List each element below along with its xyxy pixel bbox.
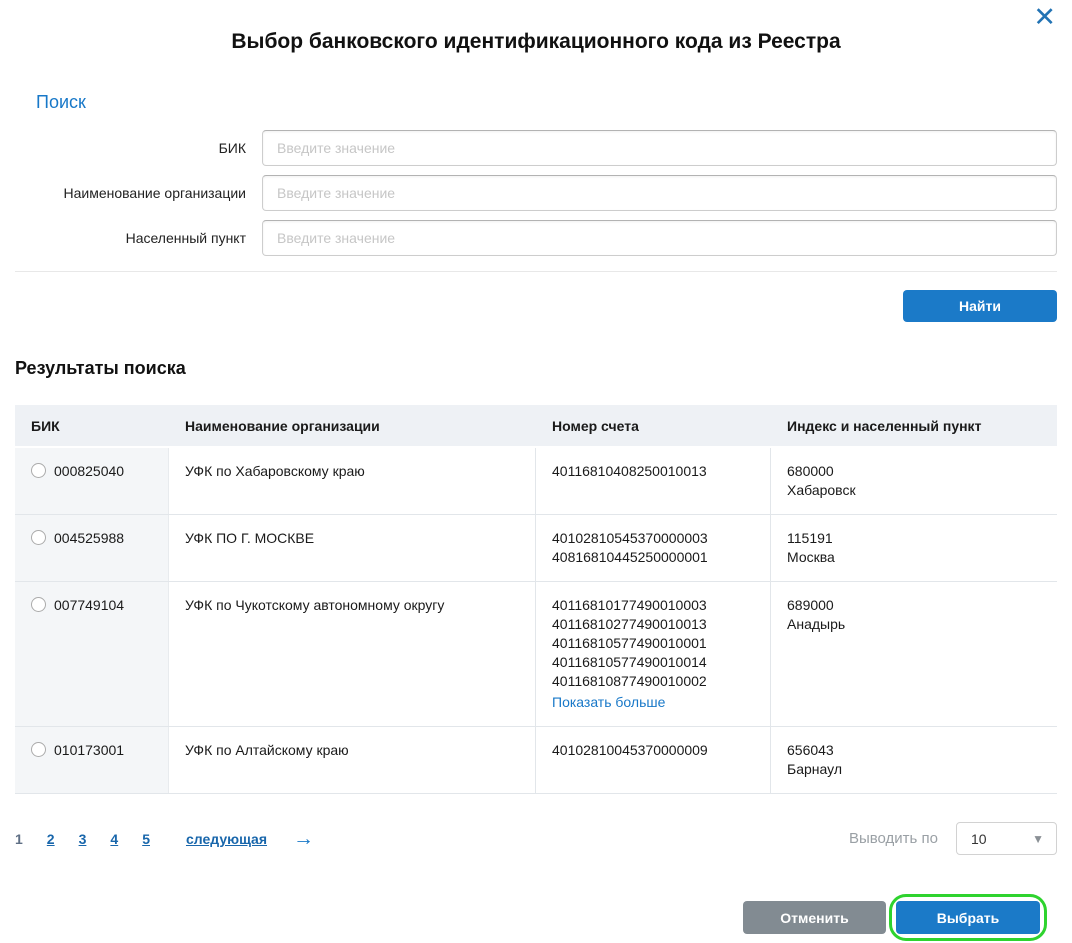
next-arrow-icon[interactable]: → (293, 827, 314, 851)
page-link-5[interactable]: 5 (142, 831, 150, 847)
section-divider (15, 271, 1057, 272)
postal-index: 680000 (787, 462, 1041, 481)
page-link-3[interactable]: 3 (79, 831, 87, 847)
page-current: 1 (15, 831, 23, 847)
table-header-row: БИК Наименование организации Номер счета… (15, 405, 1057, 446)
next-page-link[interactable]: следующая (186, 831, 267, 847)
header-account: Номер счета (536, 405, 771, 446)
account-number: 40116810177490010003 (552, 596, 754, 615)
form-row-bik: БИК (15, 130, 1057, 166)
bik-value: 010173001 (54, 741, 124, 760)
dialog-title: Выбор банковского идентификационного код… (0, 0, 1072, 54)
city-name: Хабаровск (787, 481, 1041, 500)
search-form: БИК Наименование организации Населенный … (15, 130, 1057, 256)
search-section-heading: Поиск (36, 92, 1072, 113)
org-name: УФК по Алтайскому краю (169, 727, 536, 793)
org-name: УФК по Хабаровскому краю (169, 448, 536, 514)
pagination-bar: 1 2 3 4 5 следующая → Выводить по 10 ▼ (15, 822, 1057, 855)
account-number: 40116810577490010014 (552, 653, 754, 672)
dropdown-arrow-icon: ▼ (1032, 832, 1044, 846)
cancel-button[interactable]: Отменить (743, 901, 886, 934)
select-button[interactable]: Выбрать (896, 901, 1040, 934)
results-table: БИК Наименование организации Номер счета… (15, 405, 1057, 794)
bik-field-label: БИК (15, 140, 262, 156)
account-number: 40102810045370000009 (552, 741, 754, 760)
city-name: Барнаул (787, 760, 1041, 779)
account-number: 40116810577490010001 (552, 634, 754, 653)
form-row-org: Наименование организации (15, 175, 1057, 211)
bik-radio[interactable] (31, 742, 46, 757)
postal-index: 689000 (787, 596, 1041, 615)
per-page-select[interactable]: 10 ▼ (956, 822, 1057, 855)
bik-value: 000825040 (54, 462, 124, 481)
bik-value: 007749104 (54, 596, 124, 615)
bik-value: 004525988 (54, 529, 124, 548)
org-name: УФК ПО Г. МОСКВЕ (169, 515, 536, 581)
per-page-value: 10 (971, 831, 987, 847)
city-name: Москва (787, 548, 1041, 567)
account-number: 40116810877490010002 (552, 672, 754, 691)
table-row: 000825040 УФК по Хабаровскому краю 40116… (15, 448, 1057, 515)
show-more-link[interactable]: Показать больше (552, 693, 754, 712)
page-link-4[interactable]: 4 (110, 831, 118, 847)
header-bik: БИК (15, 405, 169, 446)
footer-actions: Отменить Выбрать (0, 901, 1040, 934)
header-index-city: Индекс и населенный пункт (771, 405, 1057, 446)
results-heading: Результаты поиска (15, 358, 1072, 379)
table-row: 004525988 УФК ПО Г. МОСКВЕ 4010281054537… (15, 515, 1057, 582)
org-name-field-label: Наименование организации (15, 185, 262, 201)
bik-radio[interactable] (31, 597, 46, 612)
bik-radio[interactable] (31, 530, 46, 545)
per-page-label: Выводить по (849, 830, 938, 847)
close-icon[interactable]: ✕ (1033, 2, 1056, 32)
page-link-2[interactable]: 2 (47, 831, 55, 847)
postal-index: 656043 (787, 741, 1041, 760)
org-name-input[interactable] (262, 175, 1057, 211)
form-row-city: Населенный пункт (15, 220, 1057, 256)
city-field-label: Населенный пункт (15, 230, 262, 246)
header-org: Наименование организации (169, 405, 536, 446)
postal-index: 115191 (787, 529, 1041, 548)
table-row: 007749104 УФК по Чукотскому автономному … (15, 582, 1057, 727)
account-number: 40116810277490010013 (552, 615, 754, 634)
city-name: Анадырь (787, 615, 1041, 634)
account-number: 40116810408250010013 (552, 462, 754, 481)
find-button[interactable]: Найти (903, 290, 1057, 322)
org-name: УФК по Чукотскому автономному округу (169, 582, 536, 726)
bik-input[interactable] (262, 130, 1057, 166)
account-number: 40102810545370000003 (552, 529, 754, 548)
city-input[interactable] (262, 220, 1057, 256)
table-row: 010173001 УФК по Алтайскому краю 4010281… (15, 727, 1057, 794)
bik-radio[interactable] (31, 463, 46, 478)
account-number: 40816810445250000001 (552, 548, 754, 567)
